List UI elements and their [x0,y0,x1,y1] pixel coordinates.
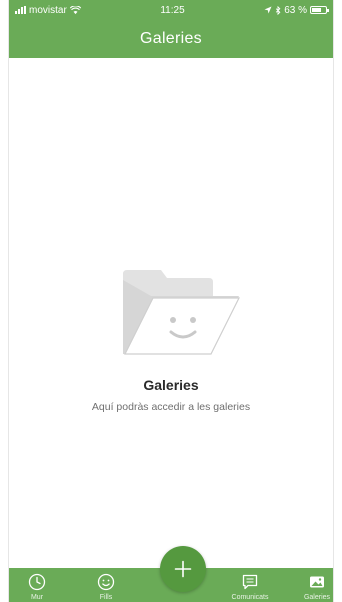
battery-percentage: 63 % [284,4,307,16]
signal-icon [15,6,26,14]
empty-state-title: Galeries [143,377,199,393]
wifi-icon [69,5,81,14]
location-icon [264,6,272,14]
tab-label: Fills [99,594,113,601]
bluetooth-icon [276,5,281,15]
top-bar: movistar 11:25 63 % Galeries [9,0,333,58]
tab-galeries[interactable]: Galeries [295,568,333,602]
tab-label: Mur [30,594,44,601]
status-right: 63 % [264,4,329,16]
tab-label: Comunicats [231,594,269,601]
carrier-label: movistar [29,4,67,16]
tab-comunicats[interactable]: Comunicats [228,568,272,602]
tab-label: Galeries [303,594,331,601]
clock-icon [28,573,46,591]
clock-time: 11:25 [160,4,185,16]
gallery-icon [310,576,324,588]
empty-state: Galeries Aquí podràs accedir a les galer… [9,266,333,413]
plus-icon [174,560,192,578]
empty-folder-icon [123,270,240,355]
status-left: movistar [15,5,81,16]
status-bar: movistar 11:25 63 % [15,2,329,18]
add-button[interactable] [160,546,206,592]
tab-mur[interactable]: Mur [15,568,59,602]
battery-icon [309,6,329,14]
empty-state-subtitle: Aquí podràs accedir a les galeries [91,401,251,413]
message-icon [242,574,258,590]
smiley-icon [97,573,115,591]
page-title: Galeries [140,30,202,47]
tab-fills[interactable]: Fills [84,568,128,602]
app-screen: movistar 11:25 63 % Galeries Galeries Aq… [8,0,334,602]
